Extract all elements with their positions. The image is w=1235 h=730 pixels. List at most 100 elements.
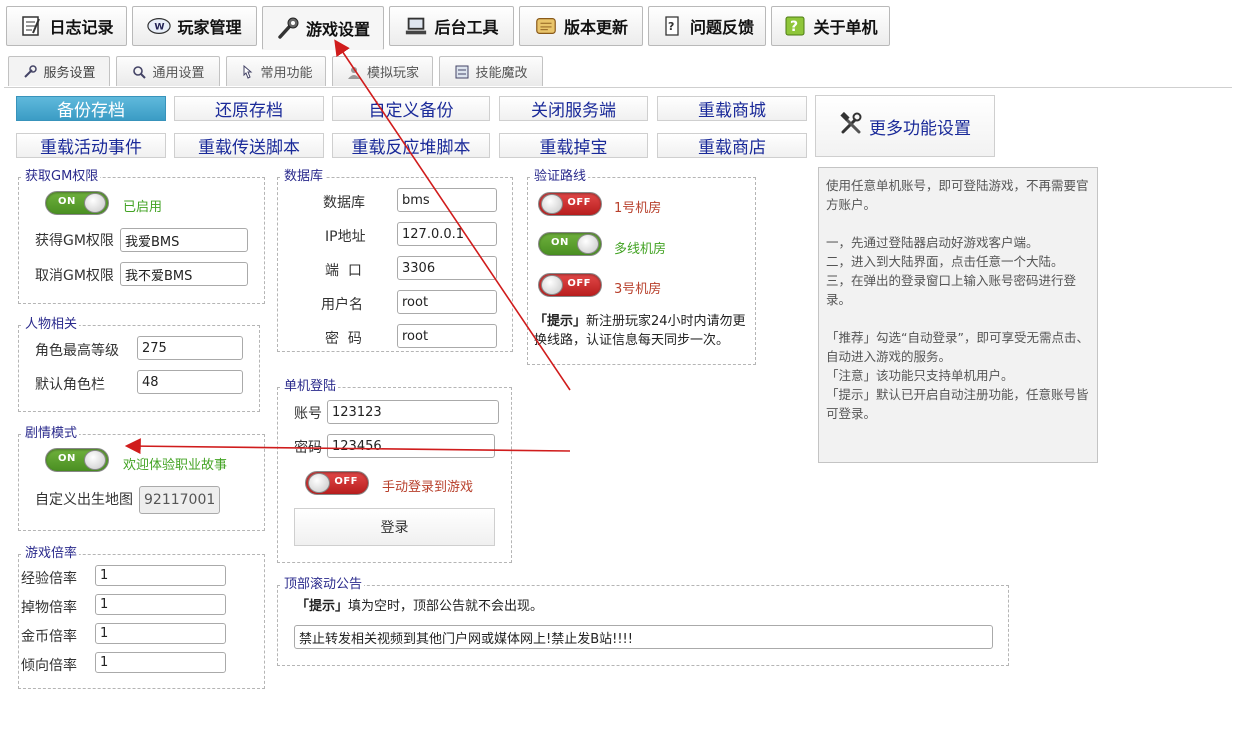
db-name-input[interactable]	[397, 188, 497, 212]
route-2-label: 多线机房	[614, 242, 667, 257]
wrench-icon	[276, 17, 300, 39]
feedback-icon: ?	[660, 15, 684, 37]
web-user-icon: W	[147, 15, 172, 37]
reload-events-button[interactable]: 重载活动事件	[16, 133, 166, 158]
auto-login-toggle[interactable]: OFF	[305, 471, 369, 495]
meso-rate-label: 金币倍率	[21, 629, 77, 645]
top-tab-label: 玩家管理	[177, 18, 242, 37]
svg-text:?: ?	[790, 19, 798, 35]
db-user-label: 用户名	[321, 297, 363, 313]
svg-text:W: W	[155, 22, 165, 33]
gm-get-label: 获得GM权限	[35, 233, 114, 249]
db-password-label: 密 码	[325, 331, 362, 347]
gm-toggle[interactable]: ON	[45, 191, 109, 215]
birth-map-label: 自定义出生地图	[35, 492, 133, 508]
gm-status: 已启用	[123, 200, 163, 215]
top-tab-label: 后台工具	[434, 18, 499, 37]
group-title: 单机登陆	[282, 379, 339, 395]
sub-tab-service-settings[interactable]: 服务设置	[8, 56, 110, 86]
question-icon: ?	[783, 15, 807, 37]
reload-shop-button[interactable]: 重载商店	[657, 133, 807, 158]
gm-cancel-label: 取消GM权限	[35, 268, 114, 284]
db-user-input[interactable]	[397, 290, 497, 314]
info-line: 「推荐」勾选“自动登录”，即可享受无需点击、自动进入游戏的服务。	[826, 330, 1089, 364]
db-port-label: 端 口	[325, 263, 362, 279]
top-tab-label: 问题反馈	[689, 18, 754, 37]
route-3-toggle[interactable]: OFF	[538, 273, 602, 297]
sub-tab-general-settings[interactable]: 通用设置	[116, 56, 220, 86]
reload-mall-button[interactable]: 重载商城	[657, 96, 807, 121]
top-tab-players[interactable]: W 玩家管理	[132, 6, 257, 46]
account-input[interactable]	[327, 400, 499, 424]
top-tab-about[interactable]: ? 关于单机	[771, 6, 890, 46]
tools-icon	[839, 111, 863, 141]
default-slots-input[interactable]	[137, 370, 243, 394]
db-password-input[interactable]	[397, 324, 497, 348]
trait-rate-input[interactable]	[95, 652, 226, 673]
restore-save-button[interactable]: 还原存档	[174, 96, 324, 121]
group-title: 获取GM权限	[23, 169, 101, 185]
notepad-icon	[19, 15, 43, 37]
info-line: 二，进入到大陆界面，点击任意一个大陆。	[826, 254, 1064, 269]
db-ip-input[interactable]	[397, 222, 497, 246]
story-status: 欢迎体验职业故事	[123, 458, 228, 473]
custom-backup-button[interactable]: 自定义备份	[332, 96, 490, 121]
max-level-input[interactable]	[137, 336, 243, 360]
info-line: 「注意」该功能只支持单机用户。	[826, 368, 1014, 383]
info-line: 三，在弹出的登录窗口上输入账号密码进行登录。	[826, 273, 1077, 307]
info-line: 使用任意单机账号，即可登陆游戏，不再需要官方账户。	[826, 178, 1089, 212]
login-button[interactable]: 登录	[294, 508, 495, 546]
login-info-panel: 使用任意单机账号，即可登陆游戏，不再需要官方账户。 一，先通过登陆器启动好游戏客…	[818, 167, 1098, 463]
db-port-input[interactable]	[397, 256, 497, 280]
top-tab-label: 版本更新	[563, 18, 628, 37]
search-icon	[131, 64, 147, 80]
top-tab-game-settings[interactable]: 游戏设置	[262, 6, 384, 50]
max-level-label: 角色最高等级	[35, 343, 119, 359]
birth-map-input[interactable]	[139, 486, 220, 514]
sub-tab-label: 模拟玩家	[366, 66, 419, 81]
meso-rate-input[interactable]	[95, 623, 226, 644]
close-server-button[interactable]: 关闭服务端	[499, 96, 648, 121]
route-3-label: 3号机房	[614, 282, 662, 297]
exp-rate-label: 经验倍率	[21, 571, 77, 587]
top-tab-logs[interactable]: 日志记录	[6, 6, 127, 46]
db-ip-label: IP地址	[325, 229, 366, 245]
gm-cancel-input[interactable]	[120, 262, 248, 286]
computer-icon	[404, 15, 428, 37]
backup-save-button[interactable]: 备份存档	[16, 96, 166, 121]
top-tab-version-update[interactable]: 版本更新	[519, 6, 643, 46]
drop-rate-label: 掉物倍率	[21, 600, 77, 616]
group-title: 验证路线	[532, 169, 589, 185]
gm-get-input[interactable]	[120, 228, 248, 252]
marquee-input[interactable]	[294, 625, 993, 649]
route-2-toggle[interactable]: ON	[538, 232, 602, 256]
story-toggle[interactable]: ON	[45, 448, 109, 472]
sub-tab-label: 技能魔改	[475, 66, 528, 81]
more-settings-label: 更多功能设置	[869, 118, 971, 139]
group-title: 顶部滚动公告	[282, 577, 365, 593]
reload-drops-button[interactable]: 重载掉宝	[499, 133, 648, 158]
account-label: 账号	[294, 406, 322, 422]
top-tab-feedback[interactable]: ? 问题反馈	[648, 6, 766, 46]
reload-reactor-script-button[interactable]: 重载反应堆脚本	[332, 133, 490, 158]
top-tab-label: 日志记录	[49, 18, 114, 37]
password-label: 密码	[294, 440, 322, 456]
sub-tab-skill-mods[interactable]: 技能魔改	[439, 56, 543, 86]
top-tab-backend-tools[interactable]: 后台工具	[389, 6, 514, 46]
group-title: 剧情模式	[23, 426, 80, 442]
sub-tab-label: 服务设置	[43, 66, 96, 81]
top-tab-label: 关于单机	[813, 18, 878, 37]
drop-rate-input[interactable]	[95, 594, 226, 615]
marquee-tip: 「提示」填为空时，顶部公告就不会出现。	[296, 599, 544, 614]
group-title: 数据库	[282, 169, 326, 185]
scroll-icon	[534, 15, 558, 37]
route-1-toggle[interactable]: OFF	[538, 192, 602, 216]
more-settings-button[interactable]: 更多功能设置	[815, 95, 995, 157]
sub-tab-common-functions[interactable]: 常用功能	[226, 56, 326, 86]
sub-tab-label: 通用设置	[152, 66, 205, 81]
reload-portal-script-button[interactable]: 重载传送脚本	[174, 133, 324, 158]
exp-rate-input[interactable]	[95, 565, 226, 586]
default-slots-label: 默认角色栏	[35, 377, 105, 393]
sub-tab-simulate-players[interactable]: 模拟玩家	[332, 56, 433, 86]
password-input[interactable]	[327, 434, 495, 458]
